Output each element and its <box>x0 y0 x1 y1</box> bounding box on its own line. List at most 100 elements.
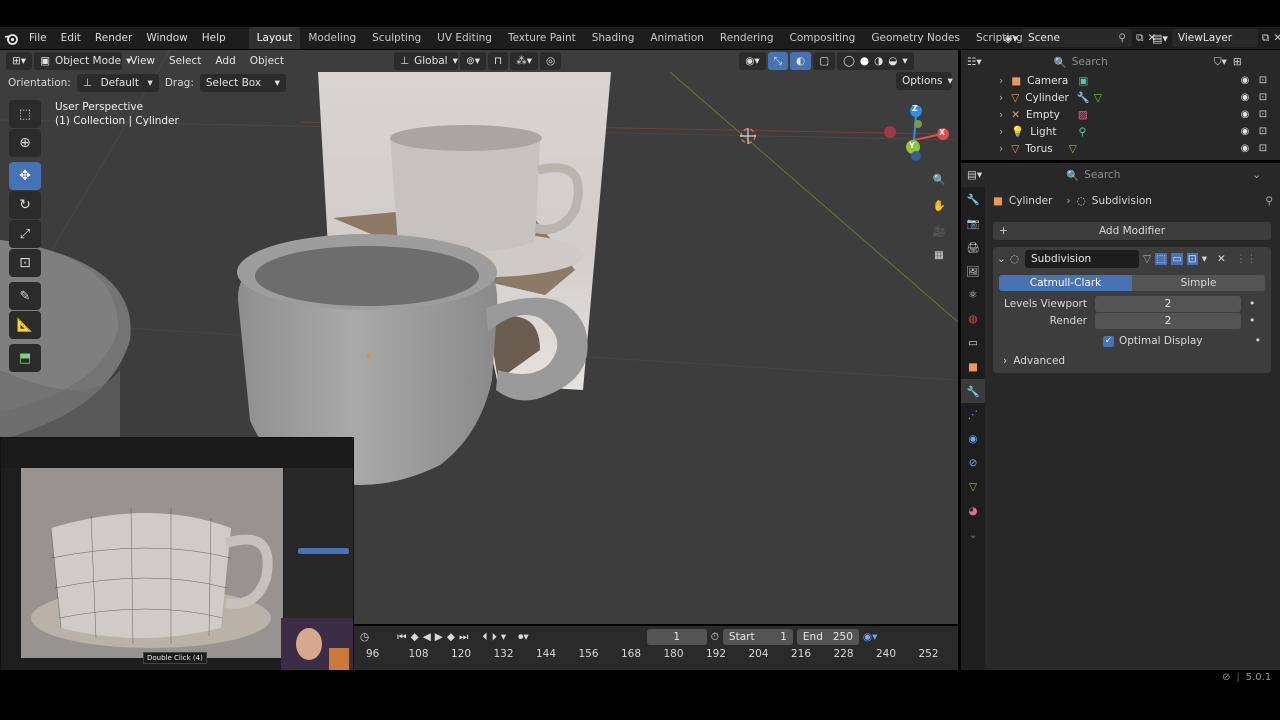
wireframe-shading-icon[interactable]: ◯ <box>843 55 855 67</box>
viewport-menu-object[interactable]: Object <box>244 55 290 67</box>
jump-start-icon[interactable]: ⏮ <box>397 631 406 644</box>
expand-icon[interactable]: › <box>999 92 1003 104</box>
material-tab-icon[interactable]: ◕ <box>961 499 985 523</box>
snap-target-dropdown[interactable]: ⁂▾ <box>510 52 539 70</box>
transform-tool[interactable]: ⊡ <box>9 249 41 277</box>
tab-layout[interactable]: Layout <box>248 27 301 49</box>
snap-toggle[interactable]: ⊓ <box>488 52 509 70</box>
modifier-tab-icon[interactable]: 🔧 <box>961 379 985 403</box>
new-collection-icon[interactable]: ⊞ <box>1233 56 1242 68</box>
chevron-down-icon[interactable]: ▾ <box>501 631 506 643</box>
annotate-tool[interactable]: ✎ <box>9 282 41 310</box>
outliner-item-cylinder[interactable]: › ▽ Cylinder 🔧 ▽ ◉ ⊡ <box>961 89 1280 106</box>
outliner-item-camera[interactable]: › ■ Camera ▣ ◉ ⊡ <box>961 72 1280 89</box>
tab-rendering[interactable]: Rendering <box>712 27 782 49</box>
visibility-dropdown[interactable]: ◉▾ <box>739 52 766 70</box>
render-camera-icon[interactable]: ⊡ <box>1257 92 1269 104</box>
perspective-grid-icon[interactable]: ▦ <box>928 244 950 266</box>
render-camera-icon[interactable]: ⊡ <box>1257 75 1269 87</box>
chevron-down-icon[interactable]: ▾ <box>902 55 907 67</box>
prev-marker-icon[interactable]: ⏴ <box>482 631 487 644</box>
render-toggle-icon[interactable]: ⊡ <box>1186 253 1198 265</box>
select-box-tool[interactable]: ⬚ <box>9 100 41 128</box>
scale-tool[interactable]: ⤢ <box>9 220 41 248</box>
output-tab-icon[interactable]: 🖨 <box>961 235 985 259</box>
eye-icon[interactable]: ◉ <box>1239 143 1251 155</box>
pin-icon[interactable]: ⚲ <box>1118 32 1126 44</box>
expand-icon[interactable]: › <box>999 109 1003 121</box>
outliner-item-light[interactable]: › 💡 Light ⚲ ◉ ⊡ <box>961 123 1280 140</box>
collapse-chevron-icon[interactable]: ⌄ <box>997 253 1006 265</box>
levels-viewport-slider[interactable]: 2 <box>1095 295 1241 312</box>
modifier-name-field[interactable]: Subdivision <box>1024 250 1139 268</box>
edit-mode-toggle-icon[interactable]: ▽ <box>1143 253 1151 265</box>
add-cube-tool[interactable]: ⬒ <box>9 344 41 372</box>
menu-file[interactable]: File <box>22 27 54 49</box>
gizmo-toggle[interactable]: ⤡ <box>767 52 789 70</box>
tab-geometry-nodes[interactable]: Geometry Nodes <box>863 27 968 49</box>
cursor-tool[interactable]: ⊕ <box>9 129 41 157</box>
collection-tab-icon[interactable]: ▭ <box>961 331 985 355</box>
viewport-toggle-icon[interactable]: ▭ <box>1170 253 1183 265</box>
expand-icon[interactable]: › <box>999 143 1003 155</box>
filter-icon[interactable]: ⛉▾ <box>1214 56 1227 69</box>
camera-view-icon[interactable]: 🎥 <box>928 220 950 242</box>
scene-field[interactable]: Scene ⚲ <box>1021 29 1132 47</box>
constraints-tab-icon[interactable]: ⊘ <box>961 451 985 475</box>
current-frame-field[interactable]: 1 <box>646 629 707 645</box>
xray-toggle[interactable]: ▢ <box>813 52 836 70</box>
rotate-tool[interactable]: ↻ <box>9 191 41 219</box>
menu-window[interactable]: Window <box>139 27 194 49</box>
tab-shading[interactable]: Shading <box>584 27 643 49</box>
drag-handle-icon[interactable]: ⋮⋮ <box>1236 253 1257 265</box>
next-marker-icon[interactable]: ⏵ <box>492 631 497 644</box>
timeline-editor-icon[interactable]: ◷ <box>360 631 369 643</box>
menu-render[interactable]: Render <box>88 27 139 49</box>
shading-modes[interactable]: ◯ ● ◑ ◒ ▾ <box>837 52 914 70</box>
simple-button[interactable]: Simple <box>1132 275 1265 291</box>
particles-tab-icon[interactable]: ⋰ <box>961 403 985 427</box>
play-icon[interactable]: ▶ <box>435 631 443 643</box>
editor-type-dropdown[interactable]: ⊞▾ <box>6 52 33 70</box>
close-icon[interactable]: ✕ <box>1217 253 1226 265</box>
play-reverse-icon[interactable]: ◀ <box>423 631 431 643</box>
scene-tab-icon[interactable]: ⚛ <box>961 283 985 307</box>
rendered-shading-icon[interactable]: ◒ <box>888 55 897 67</box>
zoom-icon[interactable]: 🔍 <box>928 168 950 190</box>
menu-edit[interactable]: Edit <box>54 27 88 49</box>
object-tab-icon[interactable]: ■ <box>961 355 985 379</box>
eye-icon[interactable]: ◉ <box>1239 92 1251 104</box>
drag-dropdown[interactable]: Select Box ▾ <box>199 74 286 92</box>
viewport-menu-view[interactable]: View <box>124 55 161 67</box>
next-keyframe-icon[interactable]: ◆ <box>447 631 455 643</box>
new-scene-icon[interactable]: ⧉ <box>1136 32 1144 45</box>
keyframe-dot-icon[interactable]: • <box>1249 315 1255 327</box>
end-frame-field[interactable]: End 250 <box>796 629 859 645</box>
world-tab-icon[interactable]: ◍ <box>961 307 985 331</box>
outliner-editor-icon[interactable]: ☷▾ <box>967 56 982 68</box>
viewport-menu-add[interactable]: Add <box>209 55 241 67</box>
expand-icon[interactable]: › <box>999 75 1003 87</box>
catmull-clark-button[interactable]: Catmull-Clark <box>999 275 1132 291</box>
orientation-dropdown[interactable]: ⊥ Default ▾ <box>76 74 159 92</box>
pan-hand-icon[interactable]: ✋ <box>928 194 950 216</box>
properties-search-input[interactable]: 🔍 Search <box>1060 166 1157 184</box>
viewlayer-icon[interactable]: ▤▾ <box>1152 32 1168 45</box>
add-modifier-button[interactable]: + Add Modifier <box>993 222 1271 240</box>
tab-modeling[interactable]: Modeling <box>300 27 364 49</box>
outliner-item-empty[interactable]: › ✕ Empty ▨ ◉ ⊡ <box>961 106 1280 123</box>
outliner[interactable]: ☷▾ 🔍 Search ⛉▾ ⊞ › ■ Camera ▣ ◉ ⊡ › ▽ Cy… <box>961 50 1280 160</box>
view-layer-tab-icon[interactable]: 🖼 <box>961 259 985 283</box>
material-shading-icon[interactable]: ◑ <box>874 55 883 67</box>
eye-icon[interactable]: ◉ <box>1239 126 1251 138</box>
scene-icon[interactable]: ◈▾ <box>1004 32 1018 45</box>
render-camera-icon[interactable]: ⊡ <box>1257 126 1269 138</box>
start-frame-field[interactable]: Start 1 <box>722 629 793 645</box>
eye-icon[interactable]: ◉ <box>1239 109 1251 121</box>
cage-toggle-icon[interactable]: ⬚ <box>1155 253 1167 265</box>
render-levels-slider[interactable]: 2 <box>1095 312 1241 329</box>
viewport-menu-select[interactable]: Select <box>163 55 207 67</box>
tab-sculpting[interactable]: Sculpting <box>364 27 429 49</box>
chevron-down-icon[interactable]: ⌄ <box>1252 169 1261 181</box>
eye-icon[interactable]: ◉ <box>1239 75 1251 87</box>
